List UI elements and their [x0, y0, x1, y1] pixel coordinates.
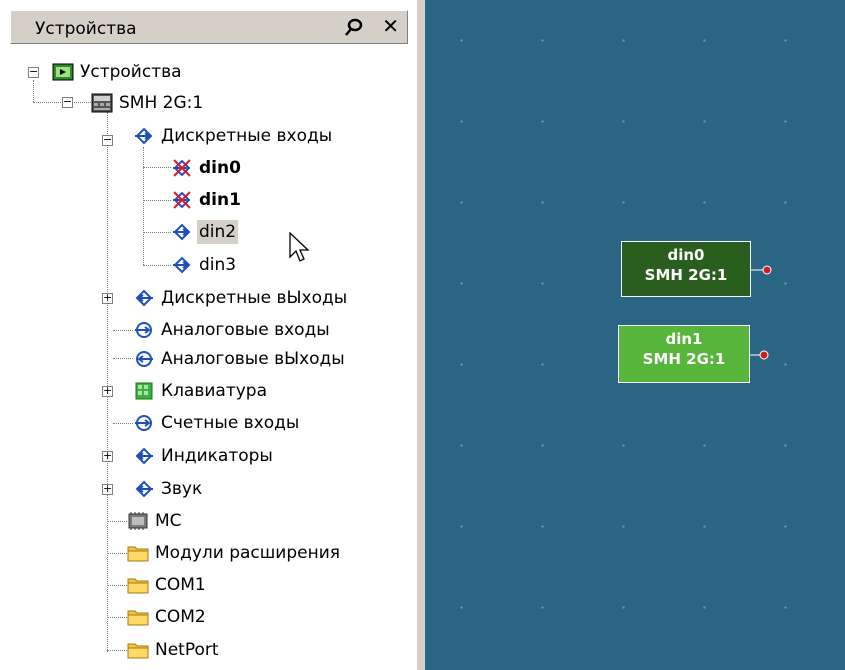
chip-icon: [128, 512, 148, 530]
tree-item-din0[interactable]: din0: [171, 152, 243, 184]
folder-icon: [127, 643, 149, 659]
splitter[interactable]: [416, 0, 425, 670]
tree-item-discrete-outputs[interactable]: Дискретные вЫходы: [133, 282, 349, 314]
expand-toggle[interactable]: +: [102, 483, 113, 495]
expand-toggle[interactable]: +: [102, 385, 113, 397]
controller-icon: [91, 93, 113, 113]
tree-label: din0: [199, 158, 241, 178]
folder-icon: [127, 610, 149, 626]
node-din0[interactable]: din0 SMH 2G:1: [621, 241, 751, 297]
tree-line: [113, 330, 133, 331]
folder-icon: [127, 578, 149, 594]
tree-label: NetPort: [155, 640, 219, 660]
tree-item-din3[interactable]: din3: [171, 249, 238, 281]
tree-line: [107, 521, 127, 522]
tree-label: COM2: [155, 607, 206, 627]
tree-line: [143, 167, 171, 168]
tree-label: COM1: [155, 575, 206, 595]
tree-label: din2: [197, 220, 239, 244]
discrete-input-icon: [173, 256, 191, 274]
devices-icon: [52, 63, 74, 81]
discrete-input-icon: [135, 127, 153, 145]
tree-label: Аналоговые входы: [161, 320, 330, 340]
tree-item-com1[interactable]: COM1: [127, 569, 208, 601]
tree-label: Дискретные входы: [161, 126, 333, 146]
device-tree: − − − + + + + Устройства SMH 2G:1 Дискре…: [0, 0, 416, 670]
node-subtitle: SMH 2G:1: [644, 266, 728, 284]
tree-item-discrete-inputs[interactable]: Дискретные входы: [133, 120, 334, 152]
tree-label: Аналоговые вЫходы: [161, 349, 345, 369]
tree-item-ext-modules[interactable]: Модули расширения: [127, 537, 342, 569]
tree-line: [107, 585, 127, 586]
devices-panel: − − − + + + + Устройства SMH 2G:1 Дискре…: [0, 0, 416, 670]
tree-item-din1[interactable]: din1: [171, 184, 243, 216]
tree-line: [113, 423, 133, 424]
output-port[interactable]: [759, 350, 769, 360]
node-subtitle: SMH 2G:1: [642, 350, 726, 368]
tree-item-devices[interactable]: Устройства: [52, 56, 184, 88]
close-icon[interactable]: ✕: [382, 14, 399, 38]
tree-item-com2[interactable]: COM2: [127, 601, 208, 633]
tree-line: [107, 553, 127, 554]
discrete-input-icon: [173, 223, 191, 241]
tree-item-device-smh[interactable]: SMH 2G:1: [91, 87, 205, 119]
tree-item-keyboard[interactable]: Клавиатура: [133, 375, 269, 407]
counter-input-icon: [135, 415, 152, 431]
tree-label: MC: [155, 511, 182, 531]
keyboard-icon: [135, 382, 153, 400]
tree-line: [143, 265, 171, 266]
tree-line: [143, 200, 171, 201]
analog-input-icon: [135, 322, 152, 338]
tree-label: Звук: [161, 479, 203, 499]
tree-line: [107, 650, 127, 651]
mouse-cursor-icon: [289, 232, 310, 262]
tree-label: SMH 2G:1: [119, 93, 204, 113]
tree-item-netport[interactable]: NetPort: [127, 634, 221, 666]
analog-output-icon: [136, 351, 153, 367]
tree-label: Устройства: [80, 62, 182, 82]
expand-toggle[interactable]: +: [102, 450, 113, 462]
tree-line: [143, 232, 171, 233]
tree-line: [107, 617, 127, 618]
tree-item-din2[interactable]: din2: [171, 216, 239, 248]
collapse-toggle[interactable]: −: [102, 134, 113, 146]
collapse-toggle[interactable]: −: [28, 66, 39, 78]
tree-item-analog-inputs[interactable]: Аналоговые входы: [133, 314, 332, 346]
tree-label: din1: [199, 190, 241, 210]
node-din1[interactable]: din1 SMH 2G:1: [618, 325, 750, 383]
panel-title: Устройства: [35, 19, 137, 39]
folder-icon: [127, 546, 149, 562]
tree-label: Дискретные вЫходы: [161, 288, 348, 308]
tree-item-indicators[interactable]: Индикаторы: [133, 440, 275, 472]
design-canvas[interactable]: din0 SMH 2G:1 din1 SMH 2G:1: [425, 0, 845, 670]
expand-toggle[interactable]: +: [102, 292, 113, 304]
node-title: din0: [667, 246, 705, 264]
tree-line: [33, 80, 34, 102]
tree-item-mc[interactable]: MC: [127, 505, 184, 537]
port-connector: [751, 269, 763, 271]
tree-item-counter-inputs[interactable]: Счетные входы: [133, 407, 301, 439]
tree-item-analog-outputs[interactable]: Аналоговые вЫходы: [133, 343, 347, 375]
sound-icon: [135, 480, 153, 498]
tree-item-sound[interactable]: Звук: [133, 473, 204, 505]
node-title: din1: [665, 330, 703, 348]
tree-label: Клавиатура: [161, 381, 268, 401]
collapse-toggle[interactable]: −: [62, 96, 73, 108]
pin-icon[interactable]: [343, 16, 365, 38]
discrete-output-icon: [135, 289, 153, 307]
disabled-input-icon: [173, 159, 191, 177]
tree-line: [143, 147, 144, 265]
disabled-input-icon: [173, 191, 191, 209]
panel-header: Устройства ✕: [10, 10, 408, 44]
tree-label: Модули расширения: [155, 543, 340, 563]
indicator-icon: [135, 447, 153, 465]
tree-label: Счетные входы: [161, 413, 300, 433]
output-port[interactable]: [762, 265, 772, 275]
tree-label: din3: [199, 255, 237, 275]
tree-line: [113, 358, 133, 359]
port-connector: [750, 354, 760, 356]
tree-label: Индикаторы: [161, 446, 273, 466]
tree-line: [107, 112, 108, 652]
